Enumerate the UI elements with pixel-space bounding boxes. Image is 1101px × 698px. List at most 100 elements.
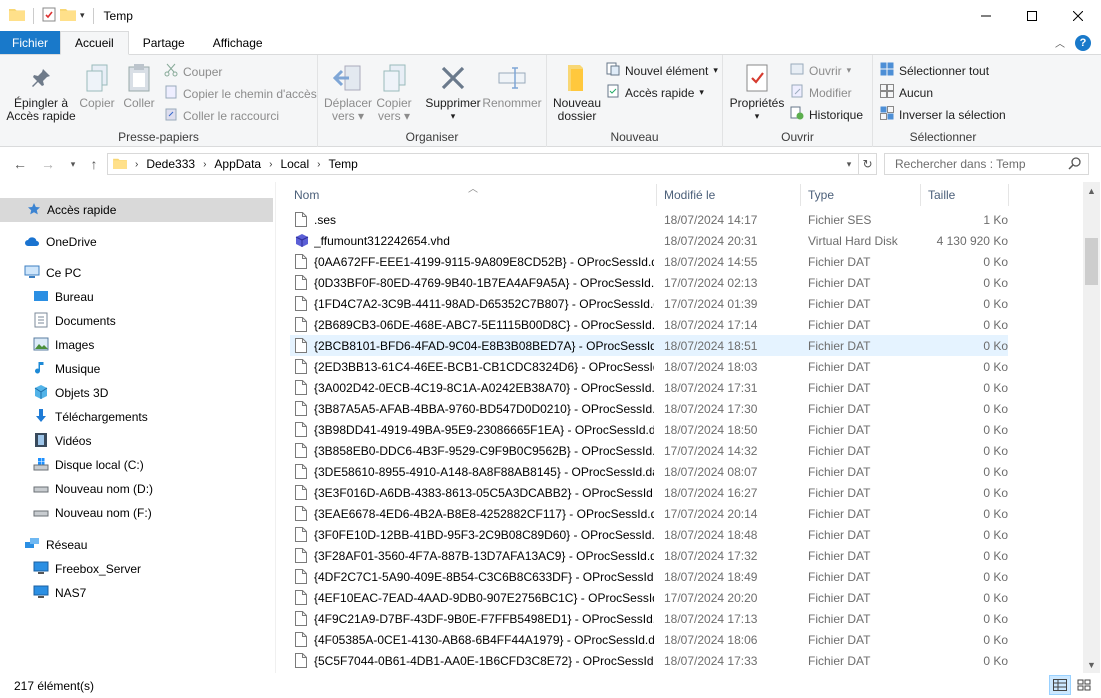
breadcrumb-appdata[interactable]: AppData [214, 157, 261, 171]
nav-item-documents[interactable]: Documents [33, 309, 116, 333]
select-none-button[interactable]: Aucun [880, 84, 933, 101]
nav-item-quick-access[interactable]: Accès rapide [0, 198, 273, 222]
back-button[interactable]: ← [9, 156, 31, 172]
file-row[interactable]: {2B689CB3-06DE-468E-ABC7-5E1115B00D8C} -… [290, 314, 1008, 335]
column-divider[interactable] [800, 184, 801, 206]
scroll-up-arrow-icon[interactable]: ▲ [1083, 182, 1100, 199]
scrollbar-thumb[interactable] [1085, 238, 1098, 285]
nav-item-drive-f[interactable]: Nouveau nom (F:) [33, 501, 152, 525]
file-row[interactable]: {0D33BF0F-80ED-4769-9B40-1B7EA4AF9A5A} -… [290, 272, 1008, 293]
file-row[interactable]: _ffumount312242654.vhd 18/07/2024 20:31 Vi… [290, 230, 1008, 251]
file-row[interactable]: {3F0FE10D-12BB-41BD-95F3-2C9B08C89D60} -… [290, 524, 1008, 545]
forward-button[interactable]: → [37, 156, 59, 172]
nav-item-local-disk[interactable]: Disque local (C:) [33, 453, 144, 477]
properties-button[interactable]: Propriétés ▾ [729, 61, 785, 123]
breadcrumb-temp[interactable]: Temp [328, 157, 357, 171]
breadcrumb-chevron-icon[interactable]: › [317, 159, 320, 170]
file-row[interactable]: {3B98DD41-4919-49BA-95E9-23086665F1EA} -… [290, 419, 1008, 440]
nav-item-onedrive[interactable]: OneDrive [24, 230, 97, 254]
nav-item-freebox[interactable]: Freebox_Server [33, 557, 141, 581]
refresh-icon[interactable]: ↻ [858, 154, 876, 174]
nav-item-drive-d[interactable]: Nouveau nom (D:) [33, 477, 153, 501]
file-row[interactable]: {0AA672FF-EEE1-4199-9115-9A809E8CD52B} -… [290, 251, 1008, 272]
nav-item-this-pc[interactable]: Ce PC [24, 261, 81, 285]
breadcrumb-user[interactable]: Dede333 [146, 157, 195, 171]
copy-button[interactable]: Copier [76, 61, 118, 110]
history-button[interactable]: Historique [790, 106, 863, 123]
nav-item-nas[interactable]: NAS7 [33, 581, 86, 605]
nav-item-pictures[interactable]: Images [33, 333, 94, 357]
nav-item-desktop[interactable]: Bureau [33, 285, 94, 309]
paste-shortcut-button[interactable]: Coller le raccourci [164, 107, 279, 124]
column-header-type[interactable]: Type [808, 182, 918, 208]
tab-view[interactable]: Affichage [199, 31, 277, 54]
customize-qat-dropdown[interactable]: ▾ [80, 10, 85, 21]
copy-path-button[interactable]: Copier le chemin d'accès [164, 85, 317, 102]
breadcrumb-chevron-icon[interactable]: › [203, 159, 206, 170]
file-row[interactable]: {3A002D42-0ECB-4C19-8C1A-A0242EB38A70} -… [290, 377, 1008, 398]
select-all-button[interactable]: Sélectionner tout [880, 62, 989, 79]
file-row[interactable]: .ses 18/07/2024 14:17 Fichier SES 1 Ko [290, 209, 1008, 230]
delete-button[interactable]: Supprimer ▾ [422, 61, 484, 123]
column-divider[interactable] [1008, 184, 1009, 206]
column-header-name[interactable]: Nom [294, 182, 654, 208]
minimize-button[interactable] [963, 0, 1009, 31]
file-row[interactable]: {2ED3BB13-61C4-46EE-BCB1-CB1CDC8324D6} -… [290, 356, 1008, 377]
column-divider[interactable] [920, 184, 921, 206]
edit-button[interactable]: Modifier [790, 84, 852, 101]
scroll-down-arrow-icon[interactable]: ▼ [1083, 656, 1100, 673]
recent-locations-dropdown[interactable]: ▾ [62, 159, 84, 170]
column-header-size[interactable]: Taille [928, 182, 1008, 208]
nav-item-music[interactable]: Musique [33, 357, 100, 381]
file-row[interactable]: {3F28AF01-3560-4F7A-887B-13D7AFA13AC9} -… [290, 545, 1008, 566]
maximize-button[interactable] [1009, 0, 1055, 31]
file-row[interactable]: {3DE58610-8955-4910-A148-8A8F88AB8145} -… [290, 461, 1008, 482]
help-icon[interactable]: ? [1075, 34, 1091, 51]
rename-button[interactable]: Renommer [482, 61, 542, 110]
file-row[interactable]: {1FD4C7A2-3C9B-4411-98AD-D65352C7B807} -… [290, 293, 1008, 314]
address-bar[interactable]: › Dede333 › AppData › Local › Temp ▾ ↻ [107, 153, 877, 175]
close-button[interactable] [1055, 0, 1101, 31]
vertical-scrollbar[interactable]: ▲ ▼ [1083, 182, 1100, 673]
breadcrumb-local[interactable]: Local [280, 157, 309, 171]
large-icons-view-icon[interactable] [1073, 675, 1095, 695]
copy-to-button[interactable]: Copier vers ▾ [372, 61, 416, 123]
tab-file[interactable]: Fichier [0, 31, 61, 54]
pin-quick-access-button[interactable]: Épingler à Accès rapide [5, 61, 77, 123]
address-dropdown-icon[interactable]: ▾ [840, 154, 858, 174]
properties-qat-icon[interactable] [42, 7, 56, 25]
file-row[interactable]: {4EF10EAC-7EAD-4AAD-9DB0-907E2756BC1C} -… [290, 587, 1008, 608]
cut-button[interactable]: Couper [164, 63, 222, 80]
file-row[interactable]: {5C5F7044-0B61-4DB1-AA0E-1B6CFD3C8E72} -… [290, 650, 1008, 671]
open-button[interactable]: Ouvrir ▾ [790, 62, 851, 79]
file-row[interactable]: {3EAE6678-4ED6-4B2A-B8E8-4252882CF117} -… [290, 503, 1008, 524]
file-row[interactable]: {4F9C21A9-D7BF-43DF-9B0E-F7FFB5498ED1} -… [290, 608, 1008, 629]
nav-item-3d-objects[interactable]: Objets 3D [33, 381, 108, 405]
nav-item-videos[interactable]: Vidéos [33, 429, 91, 453]
details-view-icon[interactable] [1049, 675, 1071, 695]
tab-home[interactable]: Accueil [60, 31, 129, 55]
move-to-button[interactable]: Déplacer vers ▾ [322, 61, 374, 123]
new-folder-button[interactable]: Nouveau dossier [551, 61, 603, 123]
breadcrumb-chevron-icon[interactable]: › [269, 159, 272, 170]
file-row[interactable]: {4F05385A-0CE1-4130-AB68-6B4FF44A1979} -… [290, 629, 1008, 650]
paste-button[interactable]: Coller [118, 61, 160, 110]
easy-access-button[interactable]: Accès rapide ▾ [606, 84, 704, 101]
nav-item-downloads[interactable]: Téléchargements [33, 405, 148, 429]
search-input[interactable]: Rechercher dans : Temp [884, 153, 1089, 175]
column-header-modified[interactable]: Modifié le [664, 182, 800, 208]
pane-splitter[interactable] [275, 182, 276, 673]
new-item-button[interactable]: Nouvel élément ▾ [606, 62, 718, 79]
file-row[interactable]: {3B87A5A5-AFAB-4BBA-9760-BD547D0D0210} -… [290, 398, 1008, 419]
collapse-ribbon-icon[interactable]: ︿ [1055, 35, 1065, 50]
file-row[interactable]: {4DF2C7C1-5A90-409E-8B54-C3C6B8C633DF} -… [290, 566, 1008, 587]
column-divider[interactable] [656, 184, 657, 206]
file-row[interactable]: {3E3F016D-A6DB-4383-8613-05C5A3DCABB2} -… [290, 482, 1008, 503]
file-row[interactable]: {3B858EB0-DDC6-4B3F-9529-C9F9B0C9562B} -… [290, 440, 1008, 461]
nav-item-network[interactable]: Réseau [24, 533, 87, 557]
new-folder-qat-icon[interactable] [60, 7, 76, 24]
up-button[interactable]: ↑ [83, 156, 105, 172]
tab-share[interactable]: Partage [129, 31, 199, 54]
invert-selection-button[interactable]: Inverser la sélection [880, 106, 1006, 123]
file-row[interactable]: {2BCB8101-BFD6-4FAD-9C04-E8B3B08BED7A} -… [290, 335, 1008, 356]
